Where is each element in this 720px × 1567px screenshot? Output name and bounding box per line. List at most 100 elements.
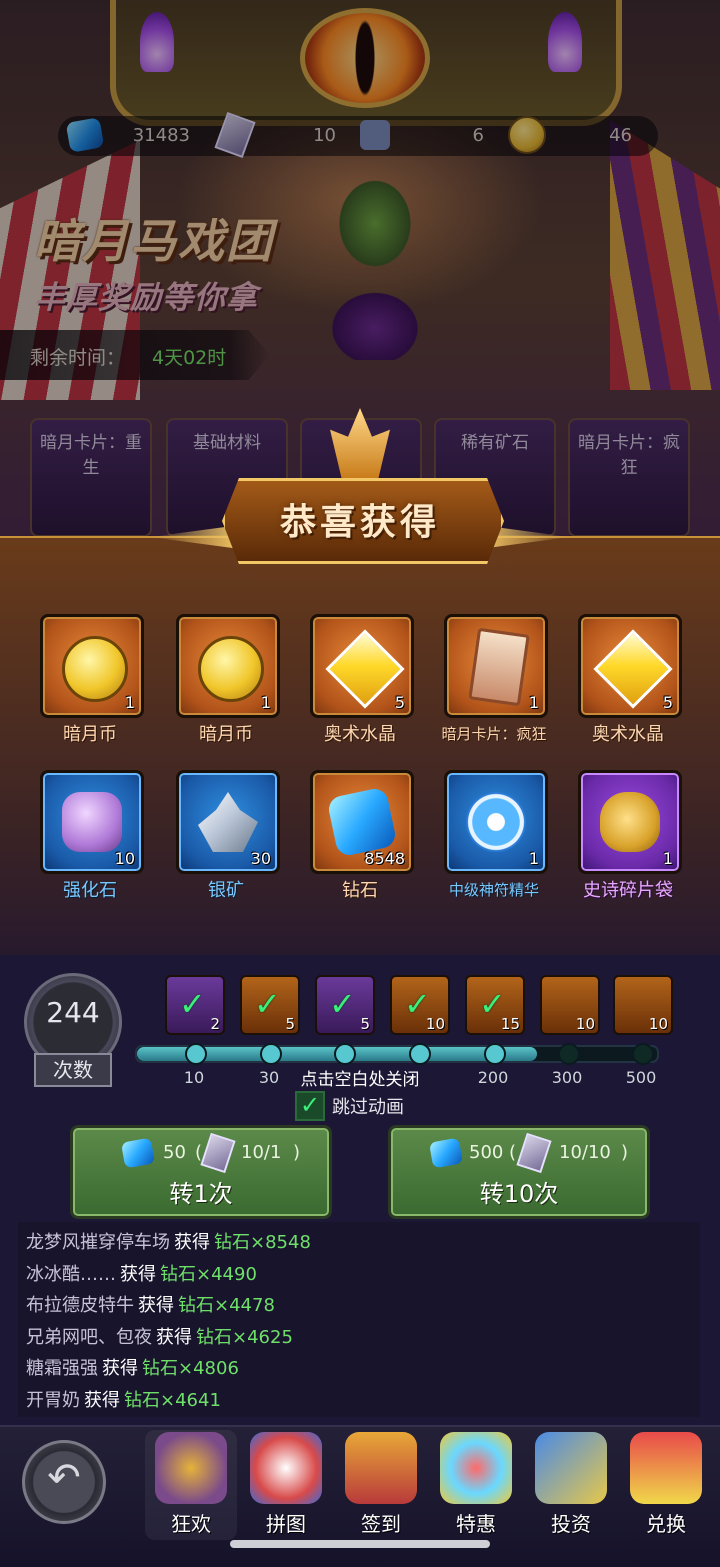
reward-name: 暗月币 — [63, 724, 117, 745]
progress-node — [484, 1043, 506, 1065]
milestone-reward-tile[interactable]: 10 — [540, 975, 600, 1035]
reward-name: 强化石 — [63, 880, 117, 901]
ticket-icon — [516, 1132, 552, 1174]
spin-count-label: 次数 — [34, 1053, 112, 1087]
close-hint[interactable]: 点击空白处关闭 — [260, 1065, 460, 1090]
reward-qty: 30 — [250, 849, 271, 868]
jack-in-box-icon — [345, 1432, 417, 1504]
paren-close: ) — [293, 1142, 301, 1163]
reward-tile[interactable]: 1 — [176, 614, 280, 718]
reward-tile[interactable]: 10 — [40, 770, 144, 874]
skip-animation-label[interactable]: 跳过动画 — [332, 1093, 404, 1119]
crystal-icon — [325, 629, 405, 709]
log-action: 获得 — [156, 1326, 192, 1348]
reward-name: 史诗碎片袋 — [583, 880, 673, 901]
spin-once-button[interactable]: 50 ( 10/1 ) 转1次 — [70, 1125, 332, 1219]
diamond-icon — [120, 1137, 156, 1169]
log-action: 获得 — [138, 1295, 174, 1316]
coin-icon — [62, 636, 128, 702]
skip-animation-checkbox[interactable]: ✓ — [295, 1091, 325, 1121]
paren-open: ( — [509, 1142, 517, 1163]
log-item: 钻石×4625 — [196, 1326, 293, 1348]
silver-ore-icon — [198, 792, 258, 852]
crystal-icon — [593, 629, 673, 709]
log-action: 获得 — [84, 1389, 120, 1411]
reward-qty: 10 — [114, 849, 135, 868]
milestone-label: 10 — [183, 1068, 205, 1087]
log-user: 糖霜强强 — [26, 1358, 98, 1379]
ticket-cost: 10/10 — [559, 1142, 611, 1163]
milestone-qty: 10 — [575, 1015, 595, 1033]
log-item: 钻石×4641 — [124, 1389, 221, 1411]
milestone-reward-tile[interactable]: ✓ 10 — [390, 975, 450, 1035]
balloon-gift-icon — [440, 1432, 512, 1504]
nav-label: 签到 — [361, 1512, 401, 1536]
rune-icon — [466, 792, 526, 852]
reward-tile[interactable]: 1 — [444, 770, 548, 874]
log-item: 钻石×4490 — [160, 1263, 257, 1285]
ferris-wheel-icon — [155, 1432, 227, 1504]
stone-icon — [62, 792, 122, 852]
spin-once-label: 转1次 — [169, 1180, 233, 1208]
milestone-reward-tile[interactable]: ✓ 2 — [165, 975, 225, 1035]
progress-node — [409, 1043, 431, 1065]
reward-name: 中级神符精华 — [448, 881, 539, 899]
reward-qty: 1 — [124, 693, 135, 712]
nav-label: 投资 — [551, 1512, 591, 1536]
progress-node — [632, 1043, 654, 1065]
log-action: 获得 — [120, 1263, 156, 1285]
log-item: 钻石×4478 — [178, 1295, 275, 1316]
reward-qty: 8548 — [364, 849, 405, 868]
reward-qty: 1 — [528, 849, 539, 868]
diamond-cost: 50 — [163, 1142, 186, 1163]
milestone-reward-tile[interactable]: ✓ 15 — [465, 975, 525, 1035]
log-user: 兄弟网吧、包夜 — [26, 1326, 152, 1348]
milestone-reward-tile[interactable]: ✓ 5 — [315, 975, 375, 1035]
milestone-qty: 2 — [210, 1015, 220, 1033]
clown-tent-icon — [630, 1432, 702, 1504]
nav-label: 兑换 — [646, 1512, 686, 1536]
log-row: 兄弟网吧、包夜 获得 钻石×4625 — [26, 1323, 293, 1349]
reward-name: 暗月币 — [199, 724, 253, 745]
log-action: 获得 — [174, 1232, 210, 1253]
reward-tile[interactable]: 5 — [310, 614, 414, 718]
log-user: 龙梦风摧穿停车场 — [26, 1232, 170, 1253]
reward-tile[interactable]: 30 — [176, 770, 280, 874]
clown-face-icon — [250, 1432, 322, 1504]
popup-title: 恭喜获得 — [279, 502, 440, 543]
progress-node — [185, 1043, 207, 1065]
milestone-reward-tile[interactable]: ✓ 5 — [240, 975, 300, 1035]
reward-qty: 1 — [260, 693, 271, 712]
diamond-cost: 500 — [469, 1142, 504, 1163]
milestone-reward-tile[interactable]: 10 — [613, 975, 673, 1035]
reward-qty: 1 — [662, 849, 673, 868]
nav-label: 特惠 — [456, 1512, 496, 1536]
reward-tile[interactable]: 1 — [578, 770, 682, 874]
log-user: 布拉德皮特牛 — [26, 1295, 134, 1316]
coin-icon — [198, 636, 264, 702]
reward-name: 暗月卡片：疯狂 — [441, 725, 547, 743]
log-item: 钻石×4806 — [142, 1358, 239, 1379]
log-row: 布拉德皮特牛 获得 钻石×4478 — [26, 1291, 275, 1317]
milestone-label: 500 — [625, 1068, 657, 1087]
reward-tile[interactable]: 1 — [444, 614, 548, 718]
progress-node — [260, 1043, 282, 1065]
diamond-icon — [428, 1137, 464, 1169]
progress-node — [334, 1043, 356, 1065]
reward-qty: 5 — [662, 693, 673, 712]
bag-icon — [600, 792, 660, 852]
log-item: 钻石×8548 — [214, 1232, 311, 1253]
progress-node — [558, 1043, 580, 1065]
reward-tile[interactable]: 8548 — [310, 770, 414, 874]
log-user: 开胃奶 — [26, 1389, 80, 1411]
home-indicator[interactable] — [230, 1540, 490, 1548]
reward-name: 奥术水晶 — [324, 724, 396, 745]
log-row: 冰冰酷…… 获得 钻石×4490 — [26, 1260, 257, 1286]
nav-label: 拼图 — [266, 1512, 306, 1536]
spin-ten-label: 转10次 — [479, 1180, 559, 1208]
reward-tile[interactable]: 5 — [578, 614, 682, 718]
spin-ten-button[interactable]: 500 ( 10/10 ) 转10次 — [388, 1125, 650, 1219]
reward-tile[interactable]: 1 — [40, 614, 144, 718]
log-action: 获得 — [102, 1358, 138, 1379]
milestone-qty: 15 — [500, 1015, 520, 1033]
